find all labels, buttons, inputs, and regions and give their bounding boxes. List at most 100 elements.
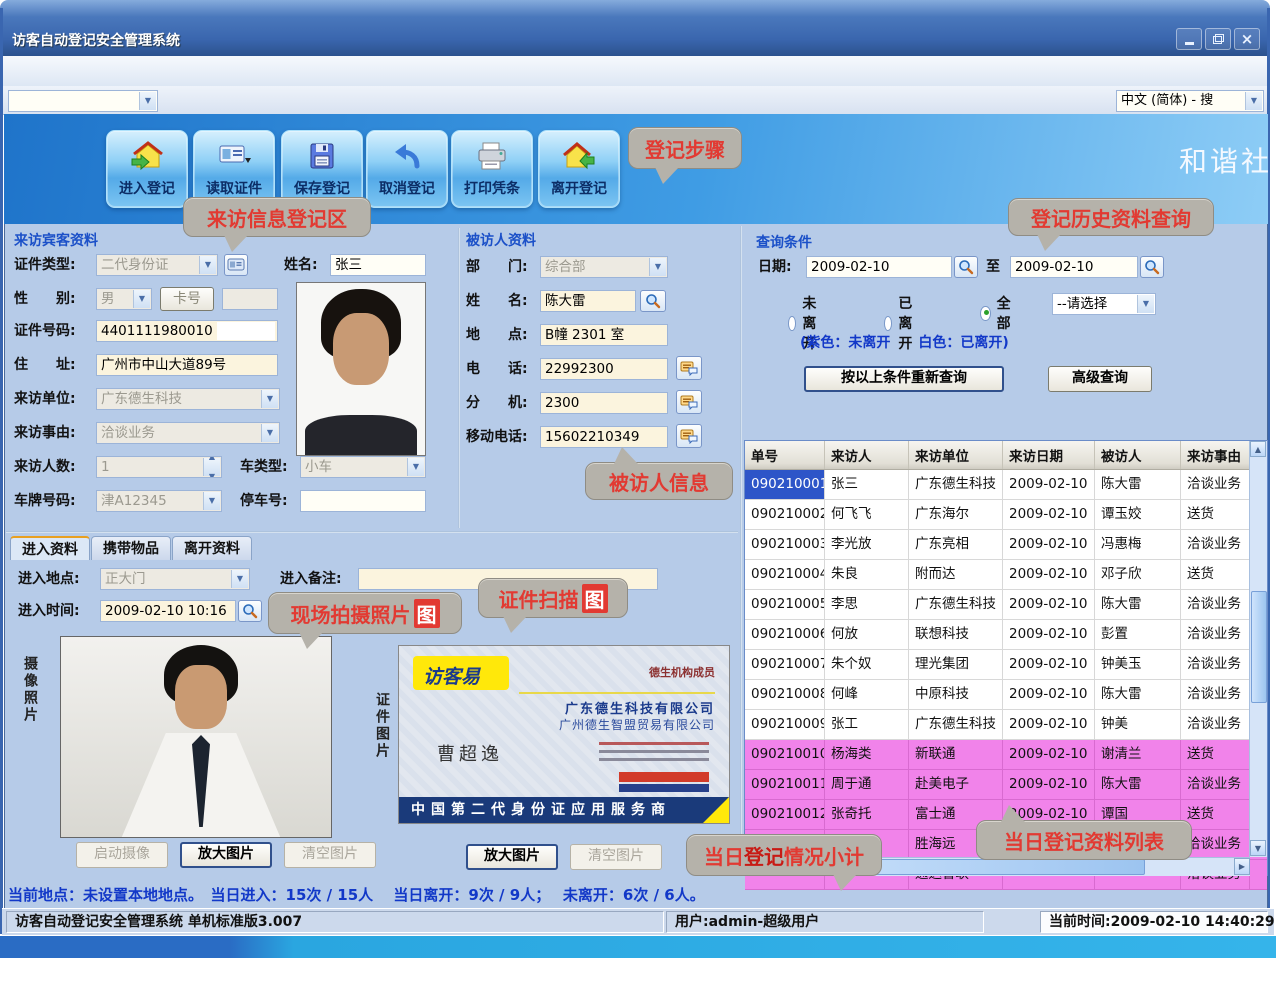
visited-name-field[interactable]: 陈大雷 bbox=[540, 290, 636, 312]
table-cell[interactable]: 广东德生科技 bbox=[909, 590, 1003, 619]
quick-select-combobox[interactable]: ▼ bbox=[8, 90, 158, 112]
filter-select[interactable]: --请选择▼ bbox=[1052, 293, 1156, 315]
cert-number-field[interactable]: 4401111980010 bbox=[96, 320, 278, 342]
table-cell[interactable]: 谢清兰 bbox=[1095, 740, 1181, 769]
send-sms-button[interactable] bbox=[676, 390, 702, 414]
table-row[interactable]: 090210009张工广东德生科技2009-02-10钟美洽谈业务 bbox=[745, 710, 1267, 740]
spinner-arrows-icon[interactable]: ▲▼ bbox=[203, 458, 220, 476]
table-row[interactable]: 090210005李思广东德生科技2009-02-10陈大雷洽谈业务 bbox=[745, 590, 1267, 620]
table-cell[interactable]: 冯惠梅 bbox=[1095, 530, 1181, 559]
toolbar-button[interactable]: 进入登记 bbox=[106, 130, 188, 208]
chevron-down-icon[interactable]: ▼ bbox=[1137, 295, 1154, 313]
table-cell[interactable]: 新联通 bbox=[909, 740, 1003, 769]
send-sms-button[interactable] bbox=[676, 424, 702, 448]
date-from-field[interactable]: 2009-02-10 bbox=[806, 256, 952, 278]
table-cell[interactable]: 090210012 bbox=[745, 800, 825, 829]
table-cell[interactable]: 2009-02-10 bbox=[1003, 710, 1095, 739]
scroll-down-button[interactable]: ▼ bbox=[1250, 840, 1266, 856]
vertical-scrollbar[interactable]: ▲ ▼ bbox=[1249, 441, 1267, 857]
table-cell[interactable]: 广东亮相 bbox=[909, 530, 1003, 559]
entry-time-picker-button[interactable] bbox=[238, 600, 262, 622]
table-cell[interactable]: 钟美玉 bbox=[1095, 650, 1181, 679]
chevron-down-icon[interactable]: ▼ bbox=[261, 424, 278, 442]
chevron-down-icon[interactable]: ▼ bbox=[139, 92, 156, 110]
phone-field[interactable]: 22992300 bbox=[540, 358, 668, 380]
table-cell[interactable]: 赴美电子 bbox=[909, 770, 1003, 799]
table-cell[interactable]: 彭置 bbox=[1095, 620, 1181, 649]
table-cell[interactable]: 090210003 bbox=[745, 530, 825, 559]
reason-combobox[interactable]: 洽谈业务▼ bbox=[96, 422, 280, 444]
table-cell[interactable]: 陈大雷 bbox=[1095, 590, 1181, 619]
chevron-down-icon[interactable]: ▼ bbox=[407, 458, 424, 476]
parking-field[interactable] bbox=[300, 490, 426, 512]
visitor-name-field[interactable]: 张三 bbox=[330, 254, 426, 276]
restore-button[interactable] bbox=[1205, 28, 1231, 50]
photo-button[interactable]: 清空图片 bbox=[570, 844, 662, 870]
table-cell[interactable]: 090210007 bbox=[745, 650, 825, 679]
gender-combobox[interactable]: 男▼ bbox=[96, 288, 152, 310]
ext-field[interactable]: 2300 bbox=[540, 392, 668, 414]
table-cell[interactable]: 送货 bbox=[1181, 800, 1250, 829]
table-row[interactable]: 090210008何峰中原科技2009-02-10陈大雷洽谈业务 bbox=[745, 680, 1267, 710]
minimize-button[interactable] bbox=[1176, 28, 1202, 50]
column-header[interactable]: 单号 bbox=[745, 441, 825, 469]
table-cell[interactable]: 联想科技 bbox=[909, 620, 1003, 649]
date-from-picker-button[interactable] bbox=[954, 256, 978, 278]
photo-button[interactable]: 放大图片 bbox=[180, 842, 272, 868]
send-sms-button[interactable] bbox=[676, 356, 702, 380]
table-cell[interactable]: 广东海尔 bbox=[909, 500, 1003, 529]
chevron-down-icon[interactable]: ▼ bbox=[261, 390, 278, 408]
chevron-down-icon[interactable]: ▼ bbox=[199, 256, 216, 274]
table-cell[interactable]: 送货 bbox=[1181, 500, 1250, 529]
language-bar[interactable]: 中文 (简体) - 搜▼ bbox=[1116, 90, 1264, 112]
radio-circle-icon[interactable] bbox=[980, 306, 991, 321]
chevron-down-icon[interactable]: ▼ bbox=[231, 570, 248, 588]
address-field[interactable]: 广州市中山大道89号 bbox=[96, 354, 278, 376]
table-cell[interactable]: 洽谈业务 bbox=[1181, 590, 1250, 619]
table-cell[interactable]: 2009-02-10 bbox=[1003, 770, 1095, 799]
table-cell[interactable]: 090210006 bbox=[745, 620, 825, 649]
table-cell[interactable]: 2009-02-10 bbox=[1003, 680, 1095, 709]
table-cell[interactable]: 陈大雷 bbox=[1095, 770, 1181, 799]
chevron-down-icon[interactable]: ▼ bbox=[649, 258, 666, 276]
chevron-down-icon[interactable]: ▼ bbox=[203, 492, 220, 510]
location-field[interactable]: B幢 2301 室 bbox=[540, 324, 668, 346]
table-cell[interactable]: 何飞飞 bbox=[825, 500, 909, 529]
table-cell[interactable]: 2009-02-10 bbox=[1003, 740, 1095, 769]
date-to-picker-button[interactable] bbox=[1140, 256, 1164, 278]
table-row[interactable]: 090210002何飞飞广东海尔2009-02-10谭玉姣送货 bbox=[745, 500, 1267, 530]
table-cell[interactable]: 2009-02-10 bbox=[1003, 650, 1095, 679]
card-reader-button[interactable] bbox=[224, 254, 248, 276]
table-row[interactable]: 090210004朱良附而达2009-02-10邓子欣送货 bbox=[745, 560, 1267, 590]
table-cell[interactable]: 2009-02-10 bbox=[1003, 620, 1095, 649]
table-cell[interactable]: 邓子欣 bbox=[1095, 560, 1181, 589]
car-type-combobox[interactable]: 小车▼ bbox=[300, 456, 426, 478]
table-cell[interactable]: 送货 bbox=[1181, 560, 1250, 589]
scroll-up-button[interactable]: ▲ bbox=[1250, 441, 1266, 457]
table-row[interactable]: 090210001张三广东德生科技2009-02-10陈大雷洽谈业务 bbox=[745, 470, 1267, 500]
table-cell[interactable]: 朱良 bbox=[825, 560, 909, 589]
date-to-field[interactable]: 2009-02-10 bbox=[1010, 256, 1138, 278]
chevron-down-icon[interactable]: ▼ bbox=[133, 290, 150, 308]
table-cell[interactable]: 2009-02-10 bbox=[1003, 560, 1095, 589]
table-cell[interactable]: 090210004 bbox=[745, 560, 825, 589]
scroll-thumb[interactable] bbox=[1251, 591, 1267, 703]
table-cell[interactable]: 2009-02-10 bbox=[1003, 470, 1095, 499]
table-cell[interactable]: 090210002 bbox=[745, 500, 825, 529]
table-row[interactable]: 090210011周于通赴美电子2009-02-10陈大雷洽谈业务 bbox=[745, 770, 1267, 800]
table-row[interactable]: 090210007朱个奴理光集团2009-02-10钟美玉洽谈业务 bbox=[745, 650, 1267, 680]
card-number-field[interactable] bbox=[222, 288, 278, 310]
company-combobox[interactable]: 广东德生科技▼ bbox=[96, 388, 280, 410]
table-cell[interactable]: 洽谈业务 bbox=[1181, 620, 1250, 649]
toolbar-button[interactable]: 取消登记 bbox=[366, 130, 448, 208]
table-cell[interactable]: 朱个奴 bbox=[825, 650, 909, 679]
table-cell[interactable]: 送货 bbox=[1181, 740, 1250, 769]
table-cell[interactable]: 洽谈业务 bbox=[1181, 530, 1250, 559]
table-cell[interactable]: 090210001 bbox=[745, 470, 825, 499]
search-person-button[interactable] bbox=[640, 290, 666, 312]
table-cell[interactable]: 洽谈业务 bbox=[1181, 650, 1250, 679]
table-cell[interactable]: 洽谈业务 bbox=[1181, 680, 1250, 709]
column-header[interactable]: 来访日期 bbox=[1003, 441, 1095, 469]
table-cell[interactable]: 090210005 bbox=[745, 590, 825, 619]
table-row[interactable]: 090210010杨海类新联通2009-02-10谢清兰送货 bbox=[745, 740, 1267, 770]
